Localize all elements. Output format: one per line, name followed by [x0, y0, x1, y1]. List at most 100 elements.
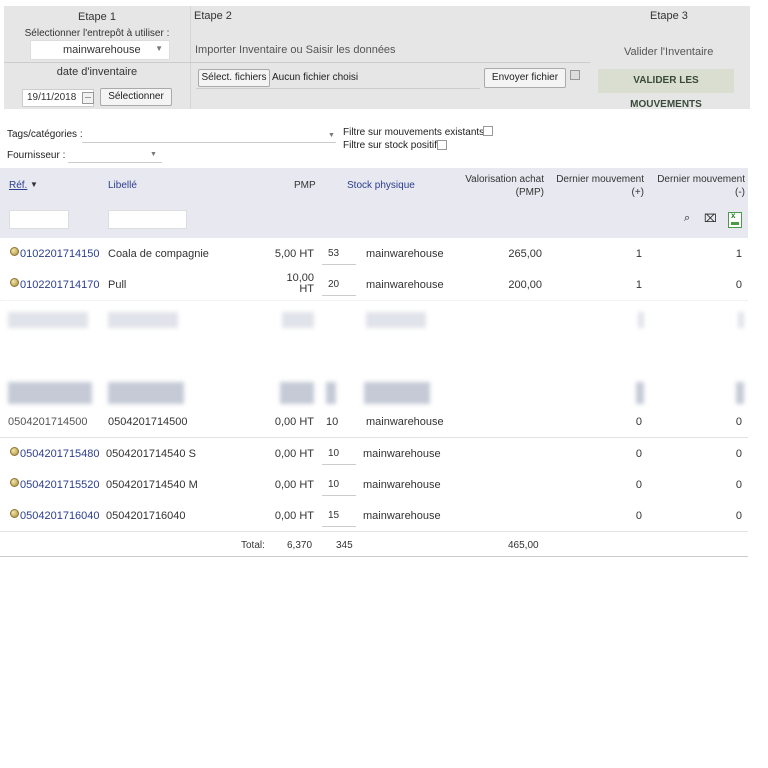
- row-warehouse: mainwarehouse: [363, 510, 441, 522]
- header-last-movement-plus-sign: (+): [631, 187, 645, 198]
- row-last-movement-minus: 0: [735, 479, 742, 491]
- existing-movements-checkbox[interactable]: [483, 126, 493, 136]
- ref-filter-input[interactable]: [9, 210, 69, 229]
- row-stock-value[interactable]: 10: [326, 416, 338, 428]
- row-stock-input[interactable]: 15: [322, 503, 356, 527]
- obscured-bar: [364, 382, 430, 404]
- tags-label: Tags/catégories :: [7, 129, 83, 140]
- row-ref-link[interactable]: 0102201714150: [20, 248, 100, 260]
- table-row: 0102201714170 Pull 10,00 HT 20 mainwareh…: [0, 269, 748, 301]
- obscured-bar: [8, 312, 88, 328]
- header-ref[interactable]: Réf.: [9, 180, 27, 191]
- header-libelle[interactable]: Libellé: [108, 180, 137, 191]
- row-warehouse: mainwarehouse: [366, 416, 444, 428]
- obscured-bar: [282, 312, 314, 328]
- total-stock: 345: [336, 540, 353, 551]
- row-pmp: 10,00 HT: [286, 273, 314, 295]
- chevron-down-icon[interactable]: ▼: [328, 132, 335, 139]
- file-input-underline: [196, 88, 480, 89]
- header-last-movement-minus-sign: (-): [735, 187, 745, 198]
- warehouse-select-value: mainwarehouse: [63, 44, 141, 56]
- row-valorisation: 265,00: [508, 248, 542, 260]
- total-valorisation: 465,00: [508, 540, 539, 551]
- row-stock-input[interactable]: 10: [322, 472, 356, 496]
- row-pmp: 0,00 HT: [274, 416, 314, 428]
- row-stock-input[interactable]: 53: [322, 241, 356, 265]
- row-ref-link[interactable]: 0504201715520: [20, 479, 100, 491]
- search-icon[interactable]: ⌕: [684, 212, 690, 225]
- obscured-bar: [736, 382, 744, 404]
- date-label: date d'inventaire: [56, 66, 138, 78]
- libelle-filter-input[interactable]: [108, 210, 187, 229]
- excel-export-icon[interactable]: [728, 211, 742, 228]
- table-row: 0504201715520 0504201714540 M 0,00 HT 10…: [0, 469, 748, 501]
- row-stock-value: 15: [328, 510, 340, 521]
- row-stock-value: 10: [328, 448, 340, 459]
- obscured-bar: [636, 382, 644, 404]
- send-file-checkbox[interactable]: [570, 70, 580, 80]
- row-pmp-line2: HT: [299, 283, 314, 295]
- sort-caret-down-icon[interactable]: ▼: [30, 180, 38, 189]
- row-last-movement-plus: 0: [635, 416, 642, 428]
- row-last-movement-plus: 0: [635, 448, 642, 460]
- supplier-select[interactable]: [68, 162, 162, 163]
- header-valorisation-pmp: (PMP): [515, 187, 544, 198]
- header-stock[interactable]: Stock physique: [347, 180, 415, 191]
- row-last-movement-minus: 0: [735, 416, 742, 428]
- product-icon: [10, 447, 19, 456]
- row-ref-link[interactable]: 0504201714500: [8, 416, 88, 428]
- row-ref-link[interactable]: 0102201714170: [20, 279, 100, 291]
- row-ref-link[interactable]: 0504201716040: [20, 510, 100, 522]
- chevron-down-icon[interactable]: ▼: [150, 151, 157, 158]
- row-last-movement-minus: 0: [735, 510, 742, 522]
- supplier-label: Fournisseur :: [7, 150, 66, 161]
- obscured-bar: [366, 312, 426, 328]
- warehouse-select[interactable]: mainwarehouse ▼: [30, 40, 170, 60]
- row-stock-input[interactable]: 10: [322, 441, 356, 465]
- validate-movements-button[interactable]: VALIDER LES MOUVEMENTS: [598, 69, 734, 110]
- choose-files-button[interactable]: Sélect. fichiers: [198, 69, 270, 87]
- row-stock-value: 20: [328, 279, 340, 290]
- obscured-bar: [738, 312, 744, 328]
- step1-section: Etape 1 Sélectionner l'entrepôt à utilis…: [4, 6, 190, 109]
- product-icon: [10, 509, 19, 518]
- obscured-bar: [108, 382, 184, 404]
- no-file-text: Aucun fichier choisi: [272, 72, 359, 83]
- warehouse-label: Sélectionner l'entrepôt à utiliser :: [24, 28, 170, 39]
- row-warehouse: mainwarehouse: [363, 479, 441, 491]
- table-row: 0102201714150 Coala de compagnie 5,00 HT…: [0, 238, 748, 270]
- inventory-steps-panel: Etape 1 Sélectionner l'entrepôt à utilis…: [4, 6, 750, 110]
- row-last-movement-plus: 0: [635, 510, 642, 522]
- row-stock-value: 53: [328, 248, 340, 259]
- inventory-date-value: 19/11/2018: [27, 92, 77, 103]
- row-ref-link[interactable]: 0504201715480: [20, 448, 100, 460]
- product-icon: [10, 247, 19, 256]
- send-file-button[interactable]: Envoyer fichier: [484, 68, 566, 88]
- row-stock-input[interactable]: 20: [322, 272, 356, 296]
- obscured-bar: [8, 382, 92, 404]
- row-warehouse: mainwarehouse: [363, 448, 441, 460]
- tags-select[interactable]: [82, 142, 336, 143]
- total-label: Total:: [241, 540, 265, 551]
- table-row: 0504201715480 0504201714540 S 0,00 HT 10…: [0, 438, 748, 470]
- row-last-movement-minus: 0: [735, 448, 742, 460]
- row-libelle: 0504201716040: [106, 510, 186, 522]
- step3-title: Etape 3: [650, 10, 688, 22]
- row-last-movement-plus: 1: [635, 279, 642, 291]
- row-stock-value: 10: [328, 479, 340, 490]
- row-last-movement-plus: 1: [635, 248, 642, 260]
- positive-stock-checkbox[interactable]: [437, 140, 447, 150]
- row-libelle: 0504201714540 S: [106, 448, 196, 460]
- step2-subtitle: Importer Inventaire ou Saisir les donnée…: [195, 44, 396, 56]
- calendar-icon[interactable]: [82, 92, 94, 104]
- row-last-movement-minus: 1: [735, 248, 742, 260]
- obscured-rows: [0, 300, 748, 342]
- row-pmp: 0,00 HT: [274, 479, 314, 491]
- clear-filter-icon[interactable]: ⌧: [704, 212, 717, 225]
- obscured-bar: [326, 382, 336, 404]
- existing-movements-filter-label: Filtre sur mouvements existants: [343, 127, 485, 138]
- row-libelle: 0504201714540 M: [106, 479, 198, 491]
- header-last-movement-plus: Dernier mouvement: [556, 174, 644, 185]
- select-button[interactable]: Sélectionner: [100, 88, 172, 106]
- row-pmp: 5,00 HT: [274, 248, 314, 260]
